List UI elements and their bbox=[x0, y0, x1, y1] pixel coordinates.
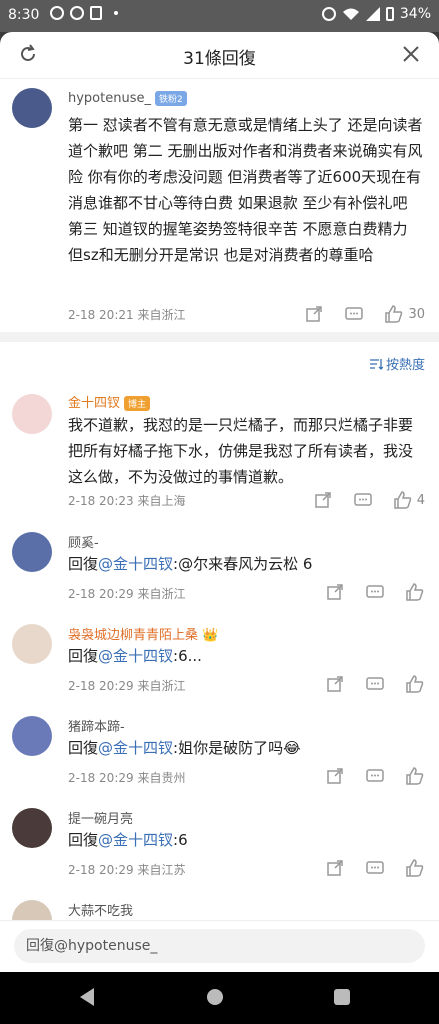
comment-text: 回復@金十四钗:姐你是破防了吗😂 bbox=[68, 735, 424, 761]
like-count: 4 bbox=[416, 492, 425, 508]
username: 顾奚- bbox=[68, 536, 99, 551]
reply-input-bar: 回復@hypotenuse_ bbox=[0, 920, 439, 972]
avatar[interactable] bbox=[12, 624, 52, 664]
avatar[interactable] bbox=[12, 394, 52, 434]
comment-text: 我不道歉，我怼的是一只烂橘子，而那只烂橘子非要把所有好橘子拖下水，仿佛是我怼了所… bbox=[68, 416, 414, 486]
weibo-icon bbox=[50, 6, 64, 20]
username: 金十四钗 bbox=[68, 396, 121, 411]
mention-link[interactable]: @金十四钗 bbox=[98, 647, 173, 665]
reply-input[interactable]: 回復@hypotenuse_ bbox=[14, 929, 425, 963]
comment-actions bbox=[305, 766, 425, 786]
share-icon[interactable] bbox=[304, 304, 324, 324]
comment-meta: 2-18 20:29 来自浙江 bbox=[68, 587, 186, 601]
share-icon[interactable] bbox=[325, 858, 345, 878]
comment-author[interactable]: hypotenuse_ 铁粉2 bbox=[68, 91, 187, 106]
chat-icon bbox=[70, 6, 84, 20]
like-count: 30 bbox=[408, 306, 425, 322]
comment-text: 回復@金十四钗:6 bbox=[68, 827, 424, 853]
notification-icons bbox=[50, 6, 118, 20]
comment-icon[interactable] bbox=[365, 582, 385, 602]
avatar[interactable] bbox=[12, 88, 52, 128]
username: 大蒜不吃我 bbox=[68, 904, 134, 919]
comment-icon[interactable] bbox=[344, 304, 364, 324]
battery-icon bbox=[385, 7, 394, 21]
like-icon[interactable] bbox=[393, 490, 413, 510]
comment-meta: 2-18 20:23 来自上海 bbox=[68, 494, 186, 508]
reply-prefix: 回復 bbox=[68, 555, 99, 573]
comment-meta: 2-18 20:29 来自贵州 bbox=[68, 771, 186, 785]
mention-link[interactable]: @金十四钗 bbox=[98, 831, 173, 849]
sheet-header: 31條回復 bbox=[0, 32, 439, 79]
comment-actions: 30 bbox=[284, 304, 425, 324]
sort-label: 按熱度 bbox=[385, 358, 425, 373]
clipboard-icon bbox=[90, 6, 102, 20]
close-icon[interactable] bbox=[401, 44, 421, 64]
comment-meta: 2-18 20:29 来自江苏 bbox=[68, 863, 186, 877]
comment-actions bbox=[305, 858, 425, 878]
section-divider bbox=[0, 332, 439, 342]
comment-author[interactable]: 顾奚- bbox=[68, 532, 99, 551]
reply-prefix: 回復 bbox=[68, 831, 99, 849]
share-icon[interactable] bbox=[325, 582, 345, 602]
comment-icon[interactable] bbox=[353, 490, 373, 510]
reply-text: :6... bbox=[173, 647, 202, 665]
like-icon[interactable] bbox=[405, 674, 425, 694]
comment-text: 回復@金十四钗:6... bbox=[68, 643, 424, 669]
comment-author[interactable]: 提一碗月亮 bbox=[68, 808, 133, 827]
reply-prefix: 回復 bbox=[68, 739, 99, 757]
comment-icon[interactable] bbox=[365, 858, 385, 878]
like-icon[interactable] bbox=[405, 858, 425, 878]
recent-apps-icon[interactable] bbox=[334, 989, 350, 1005]
username: 提一碗月亮 bbox=[68, 812, 134, 827]
signal-icon bbox=[365, 7, 380, 21]
username: hypotenuse_ bbox=[68, 91, 151, 106]
author-badge: 博主 bbox=[124, 396, 151, 411]
comment-sheet: 31條回復 hypotenuse_ 铁粉2 第一 怼读者不管有意无意或是情绪上头了… bbox=[0, 32, 439, 972]
dnd-icon bbox=[321, 7, 336, 21]
status-time: 8:30 bbox=[8, 7, 40, 23]
system-nav-bar bbox=[0, 972, 439, 1024]
like-icon[interactable] bbox=[405, 766, 425, 786]
like-icon[interactable] bbox=[405, 582, 425, 602]
comment-author[interactable]: 大蒜不吃我 bbox=[68, 900, 133, 919]
comment-author[interactable]: 金十四钗 博主 bbox=[68, 392, 151, 411]
sort-icon bbox=[369, 358, 383, 370]
like-icon[interactable] bbox=[384, 304, 404, 324]
avatar[interactable] bbox=[12, 808, 52, 848]
sheet-title: 31條回復 bbox=[183, 49, 256, 69]
comment-icon[interactable] bbox=[365, 766, 385, 786]
system-icons: 34% bbox=[321, 6, 431, 22]
comment-meta: 2-18 20:21 来自浙江 bbox=[68, 308, 186, 322]
battery-percent: 34% bbox=[399, 6, 431, 22]
reply-text: :6 bbox=[173, 831, 188, 849]
wifi-icon bbox=[342, 8, 359, 20]
mention-link[interactable]: @金十四钗 bbox=[98, 555, 173, 573]
username: 猪蹄本蹄- bbox=[68, 720, 125, 735]
comment-text: 第一 怼读者不管有意无意或是情绪上头了 还是向读者道个歉吧 第二 无删出版对作者… bbox=[68, 116, 423, 264]
username: 袅袅城边柳青青陌上桑 👑 bbox=[68, 628, 219, 643]
comment-author[interactable]: 猪蹄本蹄- bbox=[68, 716, 125, 735]
comment-actions bbox=[305, 674, 425, 694]
reply-text: :@尔来春风为云松 6 bbox=[173, 555, 313, 573]
avatar[interactable] bbox=[12, 532, 52, 572]
mention-link[interactable]: @金十四钗 bbox=[98, 739, 173, 757]
comment-meta: 2-18 20:29 来自浙江 bbox=[68, 679, 186, 693]
share-icon[interactable] bbox=[313, 490, 333, 510]
comment-icon[interactable] bbox=[365, 674, 385, 694]
comment-author[interactable]: 袅袅城边柳青青陌上桑 👑 bbox=[68, 624, 218, 643]
sort-button[interactable]: 按熱度 bbox=[369, 354, 425, 373]
back-icon[interactable] bbox=[80, 988, 94, 1006]
share-icon[interactable] bbox=[325, 674, 345, 694]
comment-actions: 4 bbox=[293, 490, 425, 510]
reply-text: :姐你是破防了吗😂 bbox=[173, 739, 301, 757]
share-icon[interactable] bbox=[325, 766, 345, 786]
comment-actions bbox=[305, 582, 425, 602]
home-icon[interactable] bbox=[207, 989, 223, 1005]
fan-badge: 铁粉2 bbox=[154, 91, 187, 106]
comment-text: 回復@金十四钗:@尔来春风为云松 6 bbox=[68, 551, 424, 577]
more-dot-icon bbox=[114, 11, 118, 15]
status-bar: 8:30 34% bbox=[0, 0, 439, 32]
reply-prefix: 回復 bbox=[68, 647, 99, 665]
avatar[interactable] bbox=[12, 716, 52, 756]
